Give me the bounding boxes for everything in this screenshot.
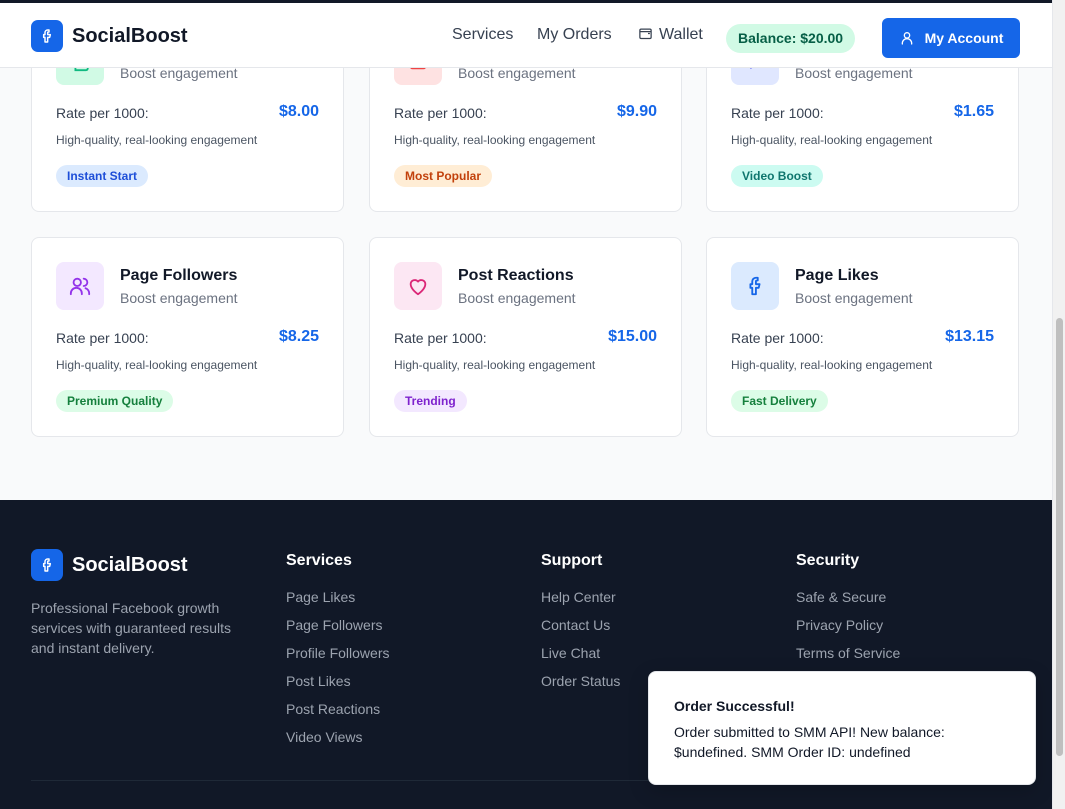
footer-brand-name: SocialBoost [72, 553, 188, 576]
user-icon [901, 32, 912, 45]
nav-services[interactable]: Services [452, 26, 513, 44]
service-card-post-reactions[interactable]: Post Reactions Boost engagement Rate per… [369, 237, 682, 437]
card-badge: Instant Start [56, 165, 149, 187]
nav-wallet[interactable]: Wallet [638, 26, 703, 44]
footer-link[interactable]: Terms of Service [796, 644, 900, 672]
footer-heading: Security [796, 552, 860, 569]
card-subtitle: Boost engagement [458, 290, 576, 306]
users-icon [56, 262, 104, 310]
my-account-label: My Account [924, 30, 1004, 46]
my-account-button[interactable]: My Account [882, 18, 1020, 58]
rate-label: Rate per 1000: [394, 330, 487, 346]
footer-link[interactable]: Safe & Secure [796, 588, 900, 616]
balance-badge: Balance: $20.00 [726, 24, 856, 53]
card-badge: Video Boost [731, 165, 823, 187]
footer-link[interactable]: Contact Us [541, 616, 620, 644]
footer-link[interactable]: Privacy Policy [796, 616, 900, 644]
footer-heading: Support [541, 552, 603, 569]
order-success-toast[interactable]: Order Successful! Order submitted to SMM… [648, 671, 1036, 785]
toast-message: Order submitted to SMM API! New balance:… [674, 724, 945, 760]
facebook-icon [731, 262, 779, 310]
nav-my-orders[interactable]: My Orders [537, 26, 612, 44]
page-scrollbar[interactable] [1052, 0, 1065, 809]
footer-link[interactable]: Page Likes [286, 588, 389, 616]
card-description: High-quality, real-looking engagement [394, 358, 596, 372]
footer-brand[interactable]: SocialBoost [31, 549, 188, 581]
rate-label: Rate per 1000: [731, 330, 824, 346]
card-title: Post Reactions [458, 267, 574, 284]
footer-support: Support Help Center Contact Us Live Chat… [541, 552, 620, 700]
rate-label: Rate per 1000: [731, 105, 824, 121]
footer-link[interactable]: Order Status [541, 672, 620, 700]
card-price: $13.15 [945, 328, 994, 345]
heart-icon [394, 262, 442, 310]
brand-logo[interactable]: SocialBoost [31, 20, 188, 52]
footer-link[interactable]: Post Reactions [286, 700, 389, 728]
card-price: $15.00 [608, 328, 657, 345]
footer-link[interactable]: Profile Followers [286, 644, 389, 672]
facebook-logo-icon [31, 549, 63, 581]
nav-wallet-label: Wallet [659, 26, 703, 43]
card-badge: Trending [394, 390, 467, 412]
brand-name: SocialBoost [72, 24, 188, 47]
card-price: $8.00 [278, 103, 319, 120]
footer-link[interactable]: Help Center [541, 588, 620, 616]
card-badge: Fast Delivery [731, 390, 828, 412]
card-subtitle: Boost engagement [795, 290, 913, 306]
card-price: $9.90 [616, 103, 657, 120]
footer-services: Services Page Likes Page Followers Profi… [286, 552, 389, 756]
wallet-icon [639, 28, 652, 40]
card-badge: Premium Quality [56, 390, 174, 412]
footer-heading: Services [286, 552, 352, 569]
footer-link[interactable]: Live Chat [541, 644, 620, 672]
card-description: High-quality, real-looking engagement [731, 133, 933, 147]
card-subtitle: Boost engagement [120, 290, 238, 306]
card-description: High-quality, real-looking engagement [56, 133, 258, 147]
rate-label: Rate per 1000: [394, 105, 487, 121]
scrollbar-thumb[interactable] [1056, 318, 1063, 756]
footer-security: Security Safe & Secure Privacy Policy Te… [796, 552, 900, 672]
card-price: $8.25 [278, 328, 319, 345]
card-description: High-quality, real-looking engagement [56, 358, 258, 372]
rate-label: Rate per 1000: [56, 330, 149, 346]
site-header: SocialBoost Services My Orders Wallet Ba… [0, 0, 1052, 68]
card-title: Page Likes [795, 267, 879, 284]
card-badge: Most Popular [394, 165, 493, 187]
footer-link[interactable]: Page Followers [286, 616, 389, 644]
rate-label: Rate per 1000: [56, 105, 149, 121]
card-title: Page Followers [120, 267, 238, 284]
service-card-page-followers[interactable]: Page Followers Boost engagement Rate per… [31, 237, 344, 437]
facebook-logo-icon [31, 20, 63, 52]
footer-link[interactable]: Post Likes [286, 672, 389, 700]
service-card-page-likes[interactable]: Page Likes Boost engagement Rate per 100… [706, 237, 1019, 437]
card-description: High-quality, real-looking engagement [731, 358, 933, 372]
card-description: High-quality, real-looking engagement [394, 133, 596, 147]
toast-title: Order Successful! [674, 698, 795, 714]
footer-description: Professional Facebook growth services wi… [31, 600, 231, 656]
card-price: $1.65 [953, 103, 994, 120]
footer-link[interactable]: Video Views [286, 728, 389, 756]
